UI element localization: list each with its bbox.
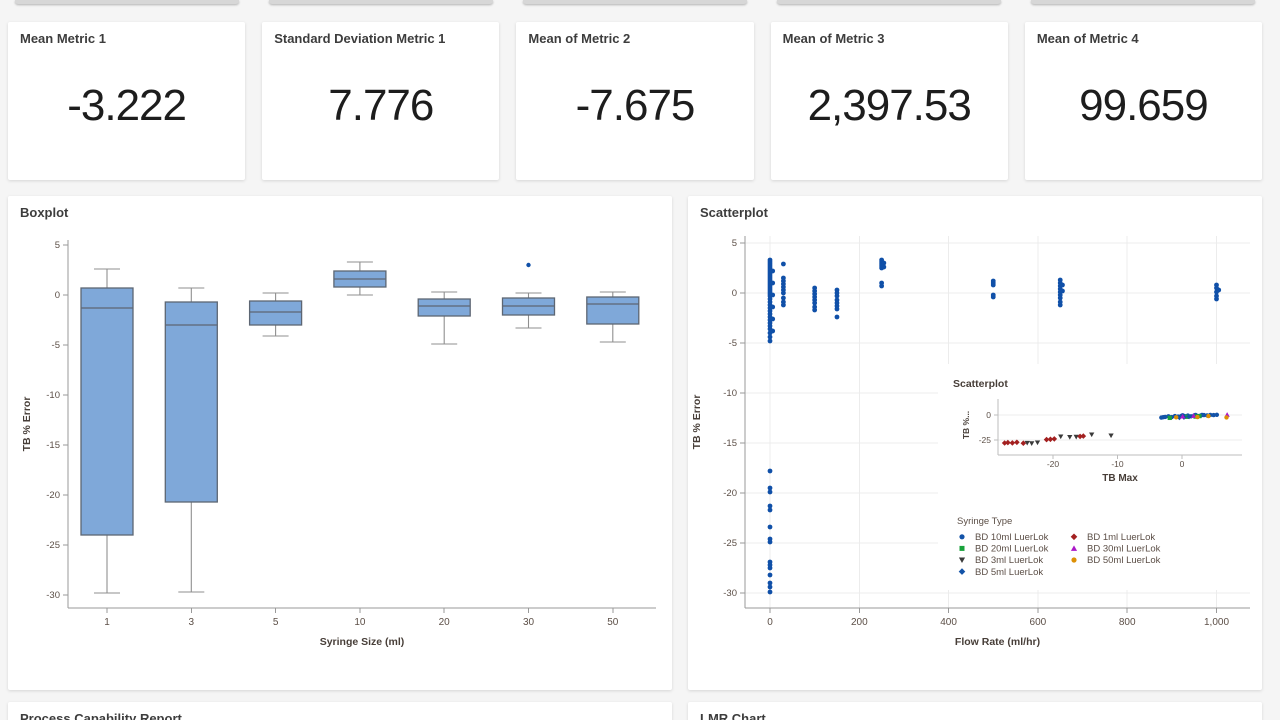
svg-text:-15: -15	[723, 438, 737, 449]
svg-text:10: 10	[354, 617, 366, 628]
metric-card-title: Mean of Metric 4	[1025, 22, 1262, 46]
metric-card-title: Mean of Metric 2	[516, 22, 753, 46]
svg-text:-5: -5	[52, 340, 60, 351]
scatterplot-chart[interactable]: 5 0 -5 -10 -15 -20 -25 -30 0 200 400 600 800 1,000 Flo…	[688, 196, 1262, 690]
svg-text:5: 5	[732, 238, 737, 249]
svg-text:600: 600	[1030, 617, 1047, 628]
metric-card-value: 7.776	[328, 81, 433, 131]
boxplot-chart[interactable]: 50-5-10-15-20-25-3013510203050Syringe Si…	[8, 196, 672, 690]
svg-text:-15: -15	[46, 440, 60, 451]
metric-card-title: Standard Deviation Metric 1	[262, 22, 499, 46]
svg-text:-30: -30	[46, 590, 60, 601]
metric-card-value: -7.675	[576, 81, 695, 131]
svg-text:200: 200	[851, 617, 868, 628]
metric-card-mean-metric-4[interactable]: Mean of Metric 4 99.659	[1025, 22, 1262, 180]
svg-text:800: 800	[1119, 617, 1136, 628]
svg-text:-25: -25	[723, 538, 737, 549]
svg-text:400: 400	[940, 617, 957, 628]
process-capability-panel[interactable]: Process Capability Report	[8, 702, 672, 720]
svg-text:BD 50ml LuerLok: BD 50ml LuerLok	[1087, 555, 1161, 566]
svg-text:30: 30	[523, 617, 535, 628]
metric-card-value: 2,397.53	[808, 81, 971, 131]
svg-text:0: 0	[767, 617, 773, 628]
svg-text:0: 0	[55, 290, 60, 301]
metric-card-mean-metric-2[interactable]: Mean of Metric 2 -7.675	[516, 22, 753, 180]
metric-card-mean-metric-3[interactable]: Mean of Metric 3 2,397.53	[771, 22, 1008, 180]
metric-cards-row: Mean Metric 1 -3.222 Standard Deviation …	[8, 22, 1262, 180]
card-above-edge	[777, 0, 1001, 4]
metric-card-value: -3.222	[67, 81, 186, 131]
svg-text:BD 30ml LuerLok: BD 30ml LuerLok	[1087, 544, 1161, 555]
card-above-edge	[1031, 0, 1255, 4]
svg-text:-25: -25	[46, 540, 60, 551]
bottom-panels-row: Process Capability Report LMR Chart	[8, 702, 1262, 720]
scatterplot-panel-title: Scatterplot	[688, 196, 780, 220]
svg-text:-25: -25	[979, 435, 992, 445]
boxplot-panel[interactable]: Boxplot 50-5-10-15-20-25-3013510203050Sy…	[8, 196, 672, 690]
svg-text:-20: -20	[46, 490, 60, 501]
svg-text:0: 0	[732, 288, 737, 299]
metric-card-title: Mean Metric 1	[8, 22, 245, 46]
svg-text:1: 1	[104, 617, 110, 628]
svg-text:TB %...: TB %...	[961, 411, 971, 439]
svg-text:50: 50	[607, 617, 619, 628]
scatterplot-panel[interactable]: Scatterplot 5 0 -5 -10 -15 -20 -25 -30 0 200 400 60…	[688, 196, 1262, 690]
metric-card-stdev-metric-1[interactable]: Standard Deviation Metric 1 7.776	[262, 22, 499, 180]
svg-text:-20: -20	[1047, 459, 1060, 469]
svg-text:0: 0	[986, 410, 991, 420]
metric-card-mean-metric-1[interactable]: Mean Metric 1 -3.222	[8, 22, 245, 180]
metric-card-title: Mean of Metric 3	[771, 22, 1008, 46]
svg-text:5: 5	[55, 240, 60, 251]
metric-card-value: 99.659	[1079, 81, 1208, 131]
svg-text:TB % Error: TB % Error	[21, 397, 33, 452]
svg-text:Syringe Type: Syringe Type	[957, 516, 1012, 527]
svg-text:TB Max: TB Max	[1102, 473, 1138, 484]
svg-text:TB % Error: TB % Error	[691, 395, 703, 450]
svg-text:BD 1ml LuerLok: BD 1ml LuerLok	[1087, 532, 1155, 543]
svg-text:-5: -5	[729, 338, 737, 349]
card-above-edge	[15, 0, 239, 4]
boxplot-boxes[interactable]	[81, 262, 639, 593]
svg-text:1,000: 1,000	[1204, 617, 1229, 628]
svg-text:Syringe Size (ml): Syringe Size (ml)	[320, 636, 405, 648]
card-above-edge	[269, 0, 493, 4]
boxplot-panel-title: Boxplot	[8, 196, 80, 220]
svg-text:Flow Rate (ml/hr): Flow Rate (ml/hr)	[955, 636, 1040, 648]
svg-text:-10: -10	[1111, 459, 1124, 469]
svg-text:-20: -20	[723, 488, 737, 499]
lmr-chart-panel-title: LMR Chart	[688, 702, 1262, 720]
svg-text:BD 20ml LuerLok: BD 20ml LuerLok	[975, 544, 1049, 555]
card-above-edge	[523, 0, 747, 4]
svg-text:0: 0	[1180, 459, 1185, 469]
charts-row: Boxplot 50-5-10-15-20-25-3013510203050Sy…	[8, 196, 1262, 690]
svg-text:3: 3	[189, 617, 195, 628]
dashboard-page: Mean Metric 1 -3.222 Standard Deviation …	[0, 0, 1280, 720]
lmr-chart-panel[interactable]: LMR Chart	[688, 702, 1262, 720]
svg-text:20: 20	[439, 617, 451, 628]
svg-text:Scatterplot: Scatterplot	[953, 378, 1008, 390]
svg-text:BD 5ml LuerLok: BD 5ml LuerLok	[975, 567, 1043, 578]
svg-text:-10: -10	[723, 388, 737, 399]
svg-text:BD 10ml LuerLok: BD 10ml LuerLok	[975, 532, 1049, 543]
svg-text:-10: -10	[46, 390, 60, 401]
svg-text:BD 3ml LuerLok: BD 3ml LuerLok	[975, 555, 1043, 566]
process-capability-panel-title: Process Capability Report	[8, 702, 672, 720]
svg-text:5: 5	[273, 617, 279, 628]
svg-text:-30: -30	[723, 588, 737, 599]
